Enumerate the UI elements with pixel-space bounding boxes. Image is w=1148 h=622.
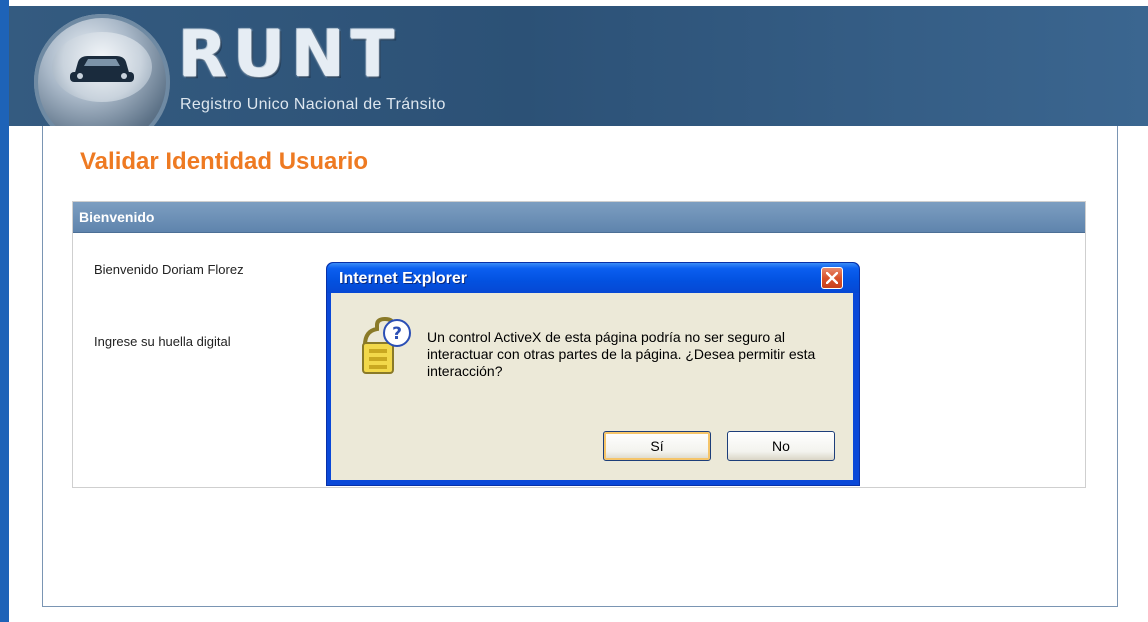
dialog-title-bar[interactable]: Internet Explorer <box>327 263 859 293</box>
fingerprint-prompt: Ingrese su huella digital <box>94 334 231 349</box>
no-button[interactable]: No <box>727 431 835 461</box>
dialog-close-button[interactable] <box>821 267 843 289</box>
brand-subtitle: Registro Unico Nacional de Tránsito <box>180 96 446 113</box>
close-icon <box>826 272 838 284</box>
yes-button[interactable]: Sí <box>603 431 711 461</box>
security-warning-icon: ? <box>362 317 411 374</box>
dialog-body: ? Un control ActiveX de esta página podr… <box>331 293 853 480</box>
activex-warning-dialog: Internet Explorer ? Un control ActiveX d… <box>326 262 860 486</box>
car-icon <box>70 56 134 82</box>
brand-name: RUNT <box>178 18 401 92</box>
logo-inner <box>52 32 152 102</box>
page-title: Validar Identidad Usuario <box>80 148 369 175</box>
left-edge-bar <box>0 0 9 622</box>
svg-text:?: ? <box>392 324 402 344</box>
dialog-message: Un control ActiveX de esta página podría… <box>427 329 816 379</box>
panel-header-label: Bienvenido <box>79 209 155 225</box>
panel-header: Bienvenido <box>73 202 1085 233</box>
welcome-text: Bienvenido Doriam Florez <box>94 262 244 277</box>
dialog-title: Internet Explorer <box>339 270 468 287</box>
